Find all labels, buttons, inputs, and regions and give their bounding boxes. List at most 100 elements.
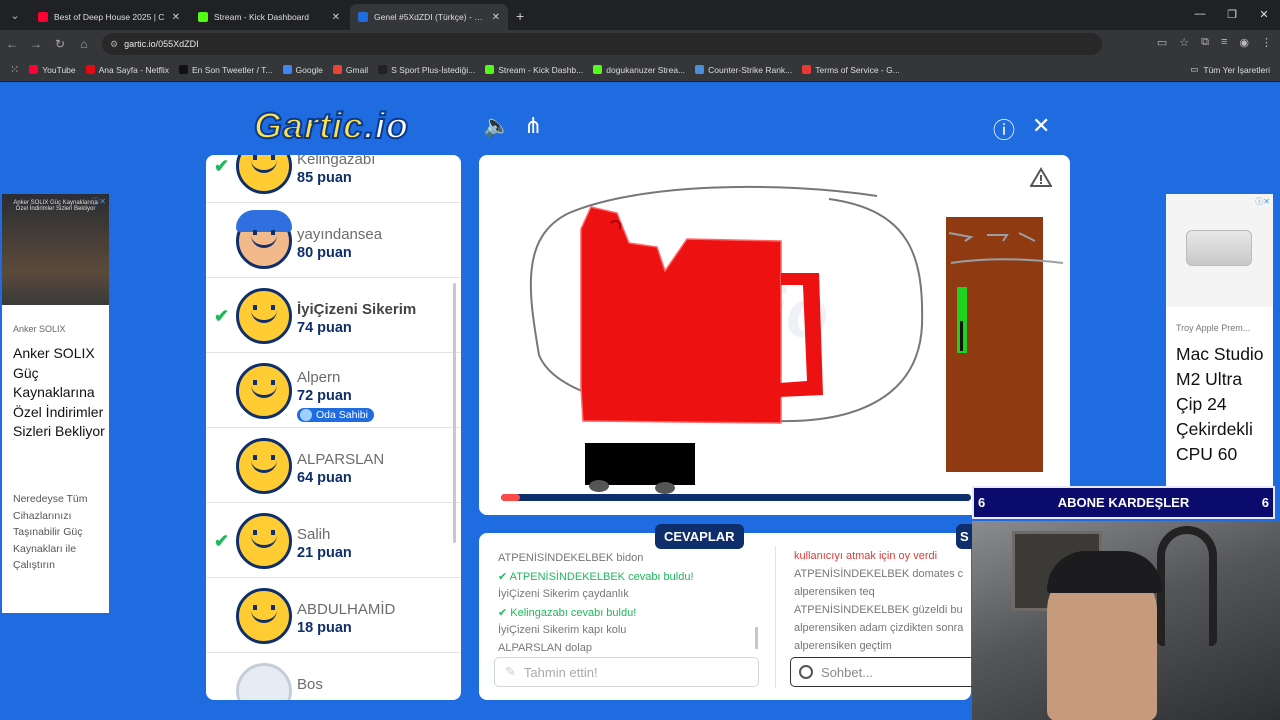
extensions-icon[interactable]: ⧉ (1201, 36, 1209, 49)
tab-label: Genel #5XdZDI (Türkçe) - Gartic (374, 12, 488, 22)
apps-icon[interactable]: ⁙ (10, 63, 19, 76)
player-list-scrollbar[interactable] (453, 283, 456, 543)
tab-strip: ⌄ Best of Deep House 2025 | C ✕ Stream - K… (0, 0, 1280, 30)
reload-icon[interactable]: ↻ (48, 37, 72, 51)
tab-close-icon[interactable]: ✕ (492, 12, 500, 23)
browser-tab[interactable]: Best of Deep House 2025 | C ✕ (30, 4, 188, 30)
ad-headline[interactable]: Mac Studio M2 Ultra Çip 24 Çekirdekli CP… (1176, 342, 1271, 467)
media-icon[interactable]: ≡ (1221, 36, 1227, 49)
answers-scrollbar[interactable] (755, 627, 758, 649)
player-score: 18 puan (297, 620, 352, 636)
logo-suffix: .io (363, 104, 410, 147)
guess-input[interactable]: ✎ Tahmin ettin! (494, 657, 759, 687)
tabs: Best of Deep House 2025 | C ✕ Stream - Kic… (30, 0, 510, 30)
toolbar-icons: ▭ ☆ ⧉ ≡ ◉ ⋮ (1157, 36, 1272, 49)
bookmark-icon (29, 65, 39, 74)
bookmark-item[interactable]: Stream - Kick Dashb... (485, 65, 583, 75)
bookmark-item[interactable]: Google (282, 65, 323, 75)
close-window-icon[interactable]: ✕ (1248, 0, 1280, 28)
bookmark-item[interactable]: YouTube (29, 64, 76, 75)
drawing-canvas[interactable]: .io (479, 155, 1070, 515)
chat-placeholder: Sohbet... (821, 664, 874, 680)
url-input[interactable]: ⚙ gartic.io/055XdZDI (102, 33, 1102, 55)
bookmark-item[interactable]: S Sport Plus-İstediği... (378, 65, 475, 75)
player-row[interactable]: Alpern 72 puan Oda Sahibi (206, 353, 461, 428)
bookmark-list: YouTube Ana Sayfa - Netflix En Son Tweetle… (19, 65, 900, 75)
profile-icon[interactable]: ◉ (1239, 36, 1249, 49)
bookmark-star-icon[interactable]: ☆ (1179, 36, 1189, 49)
bookmark-label: Counter-Strike Rank... (708, 64, 793, 75)
bookmark-item[interactable]: Counter-Strike Rank... (695, 65, 792, 75)
tab-answers[interactable]: CEVAPLAR (655, 524, 744, 549)
player-score: 80 puan (297, 245, 352, 261)
ad-choices-icon[interactable]: ⓘ✕ (91, 196, 106, 207)
menu-icon[interactable]: ⋮ (1261, 36, 1272, 49)
correct-check-icon: ✔ (498, 571, 510, 583)
ad-headline[interactable]: Anker SOLIX Güç Kaynaklarına Özel İndiri… (13, 344, 105, 442)
ad-image: Anker SOLIX Güç Kaynaklarına Özel İndiri… (2, 194, 109, 305)
tab-close-icon[interactable]: ✕ (332, 12, 340, 23)
player-avatar (236, 155, 292, 194)
avatar-smile (251, 459, 277, 473)
bookmark-item[interactable]: dogukanuzer Strea... (593, 65, 685, 75)
player-row[interactable]: ABDULHAMİD 18 puan (206, 578, 461, 653)
site-info-icon[interactable]: ⚙ (110, 39, 118, 50)
chat-line: alperensiken teq (794, 586, 972, 604)
bookmark-item[interactable]: Terms of Service - G... (802, 65, 900, 75)
player-avatar (236, 663, 292, 700)
guessed-check-icon: ✔ (214, 306, 230, 326)
exit-icon[interactable]: ✕ (1032, 113, 1050, 139)
bookmark-icon (282, 65, 292, 74)
report-icon[interactable] (1030, 167, 1052, 187)
bookmark-item[interactable]: En Son Tweetler / T... (179, 65, 273, 75)
tab-search-icon[interactable]: ⌄ (4, 4, 26, 26)
player-score: 64 puan (297, 470, 352, 486)
player-avatar (236, 438, 292, 494)
browser-tab[interactable]: Stream - Kick Dashboard ✕ (190, 4, 348, 30)
avatar-smile (251, 309, 277, 323)
player-list: ✔ Kelingazabı 85 puan yayındansea 80 puan ✔ İy… (206, 155, 461, 700)
player-row[interactable]: Bos (206, 653, 461, 700)
info-icon[interactable]: ⓘ (993, 113, 1015, 145)
player-row[interactable]: ✔ İyiÇizeni Sikerim 74 puan (206, 278, 461, 353)
player-name: ABDULHAMİD (297, 601, 396, 618)
chat-list: kullanıcıyı atmak için oy verdi ATPENİSİN… (794, 550, 972, 652)
chat-input[interactable]: Sohbet... (790, 657, 973, 687)
browser-tab[interactable]: Genel #5XdZDI (Türkçe) - Gartic ✕ (350, 4, 508, 30)
ad-choices-icon[interactable]: ⓘ✕ (1255, 196, 1270, 207)
chat-user: ATPENİSİNDEKELBEK (794, 568, 910, 580)
owner-icon (300, 409, 312, 421)
answer-text: çaydanlık (582, 588, 629, 600)
player-row[interactable]: ALPARSLAN 64 puan (206, 428, 461, 503)
folder-icon: ▭ (1190, 64, 1199, 74)
banner-right: 6 (1261, 495, 1269, 510)
chat-user: ATPENİSİNDEKELBEK (794, 604, 910, 616)
logo-main: Gartic (253, 104, 365, 147)
player-avatar (236, 363, 292, 419)
bookmark-label: YouTube (42, 64, 76, 75)
player-name: ALPARSLAN (297, 451, 385, 468)
player-row[interactable]: ✔ Salih 21 puan (206, 503, 461, 578)
minimize-icon[interactable]: — (1184, 0, 1216, 28)
all-bookmarks[interactable]: ▭ Tüm Yer İşaretleri (1190, 64, 1270, 75)
new-tab-icon[interactable]: + (516, 8, 524, 24)
right-ad[interactable]: ⓘ✕ Troy Apple Prem... Mac Studio M2 Ultr… (1166, 194, 1273, 494)
ad-image (1166, 194, 1273, 307)
player-row[interactable]: ✔ Kelingazabı 85 puan (206, 155, 461, 203)
player-row[interactable]: yayındansea 80 puan (206, 203, 461, 278)
player-name: Alpern (297, 369, 341, 386)
forward-icon[interactable]: → (24, 37, 48, 51)
share-icon[interactable]: ⋔ (524, 113, 542, 139)
bookmark-item[interactable]: Ana Sayfa - Netflix (85, 65, 169, 75)
timer-bar (501, 494, 971, 501)
tab-close-icon[interactable]: ✕ (172, 12, 180, 23)
sound-icon[interactable]: 🔈 (483, 113, 510, 139)
cast-icon[interactable]: ▭ (1157, 36, 1167, 49)
back-icon[interactable]: ← (0, 37, 24, 51)
bookmark-item[interactable]: Gmail (332, 65, 368, 75)
restore-icon[interactable]: ❐ (1216, 0, 1248, 28)
answer-user: ATPENİSİNDEKELBEK (498, 552, 614, 564)
pencil-icon: ✎ (505, 664, 516, 679)
home-icon[interactable]: ⌂ (72, 37, 96, 51)
left-ad[interactable]: Anker SOLIX Güç Kaynaklarına Özel İndiri… (2, 194, 109, 613)
